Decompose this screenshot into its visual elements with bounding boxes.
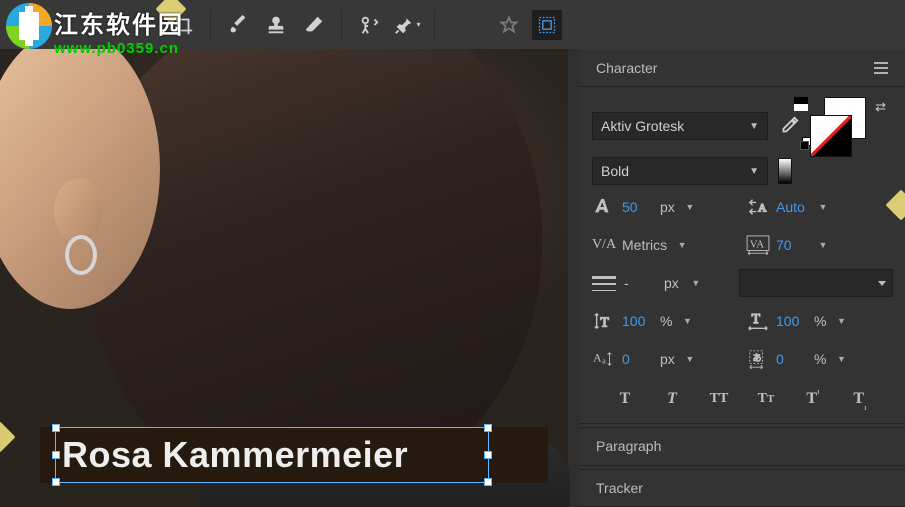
eyedropper-icon[interactable] [778, 115, 800, 137]
tracking-chevron[interactable]: ▼ [814, 236, 832, 254]
svg-text:A: A [758, 201, 767, 215]
svg-text:VA: VA [750, 239, 764, 251]
subscript-button[interactable]: T₁ [846, 387, 874, 411]
top-toolbar: ▾ [0, 0, 905, 49]
hscale-value[interactable]: 100 [776, 313, 808, 329]
font-size-icon [592, 198, 616, 216]
font-family-dropdown[interactable]: Aktiv Grotesk▼ [592, 112, 768, 140]
font-style-dropdown[interactable]: Bold▼ [592, 157, 768, 185]
allcaps-button[interactable]: TT [705, 387, 733, 411]
font-size-value[interactable]: 50 [622, 199, 654, 215]
font-size-chevron[interactable]: ▼ [681, 198, 699, 216]
leading-chevron[interactable]: ▼ [814, 198, 832, 216]
tool-star[interactable] [494, 10, 524, 40]
leading-icon: A [746, 197, 770, 217]
character-panel-header[interactable]: Character [580, 49, 905, 87]
stroke-width-chevron[interactable]: ▼ [687, 274, 705, 292]
right-panel: Character Aktiv Grotesk▼ ⇄ Bold▼ [580, 49, 905, 507]
character-panel-title: Character [596, 60, 657, 76]
svg-text:A: A [593, 351, 602, 365]
stroke-style-dropdown[interactable] [739, 269, 893, 297]
vscale-chevron[interactable]: ▼ [678, 312, 696, 330]
tool-eraser[interactable] [299, 10, 329, 40]
tracking-icon: VA [746, 235, 770, 255]
tsume-icon: あ [746, 349, 770, 369]
svg-text:あ: あ [753, 353, 762, 363]
svg-text:a: a [602, 357, 606, 366]
vscale-icon: T [592, 310, 616, 332]
tool-rotobrush[interactable] [354, 10, 384, 40]
hscale-icon: T [746, 310, 770, 332]
character-panel-body: Aktiv Grotesk▼ ⇄ Bold▼ [580, 87, 905, 424]
baseline-value[interactable]: 0 [622, 351, 654, 367]
svg-text:T: T [600, 315, 609, 330]
leading-value[interactable]: Auto [776, 199, 808, 215]
kerning-icon: V/A [592, 237, 616, 253]
baseline-chevron[interactable]: ▼ [681, 350, 699, 368]
tool-stamp[interactable] [261, 10, 291, 40]
composition-canvas[interactable]: Rosa Kammermeier [0, 49, 580, 507]
tool-crop[interactable] [168, 10, 198, 40]
tool-snap-grid[interactable] [532, 10, 562, 40]
faux-bold-button[interactable]: T [611, 387, 639, 411]
paragraph-panel-title: Paragraph [596, 438, 661, 454]
vscale-value[interactable]: 100 [622, 313, 654, 329]
stroke-width-icon [592, 273, 616, 293]
stroke-width-value[interactable]: - [624, 275, 656, 291]
gradient-swatch[interactable] [778, 158, 792, 184]
tsume-value[interactable]: 0 [776, 351, 808, 367]
hscale-chevron[interactable]: ▼ [832, 312, 850, 330]
svg-text:T: T [752, 311, 761, 326]
tool-brush[interactable] [223, 10, 253, 40]
faux-italic-button[interactable]: T [658, 387, 686, 411]
kerning-chevron[interactable]: ▼ [673, 236, 691, 254]
panel-menu-icon[interactable] [873, 62, 889, 74]
tracker-panel-header[interactable]: Tracker [580, 469, 905, 507]
baseline-icon: Aa [592, 349, 616, 369]
paragraph-panel-header[interactable]: Paragraph [580, 427, 905, 465]
tsume-chevron[interactable]: ▼ [832, 350, 850, 368]
tracking-value[interactable]: 70 [776, 237, 808, 253]
lower-third-bar: Rosa Kammermeier [40, 427, 548, 483]
text-layer[interactable]: Rosa Kammermeier [62, 434, 408, 476]
tracker-panel-title: Tracker [596, 480, 643, 496]
superscript-button[interactable]: T¹ [799, 387, 827, 411]
kerning-value[interactable]: Metrics [622, 237, 667, 253]
tool-pin[interactable]: ▾ [392, 10, 422, 40]
smallcaps-button[interactable]: TT [752, 387, 780, 411]
faux-style-row: T T TT TT T¹ T₁ [592, 381, 893, 417]
fill-stroke-color[interactable]: ⇄ [810, 97, 870, 155]
